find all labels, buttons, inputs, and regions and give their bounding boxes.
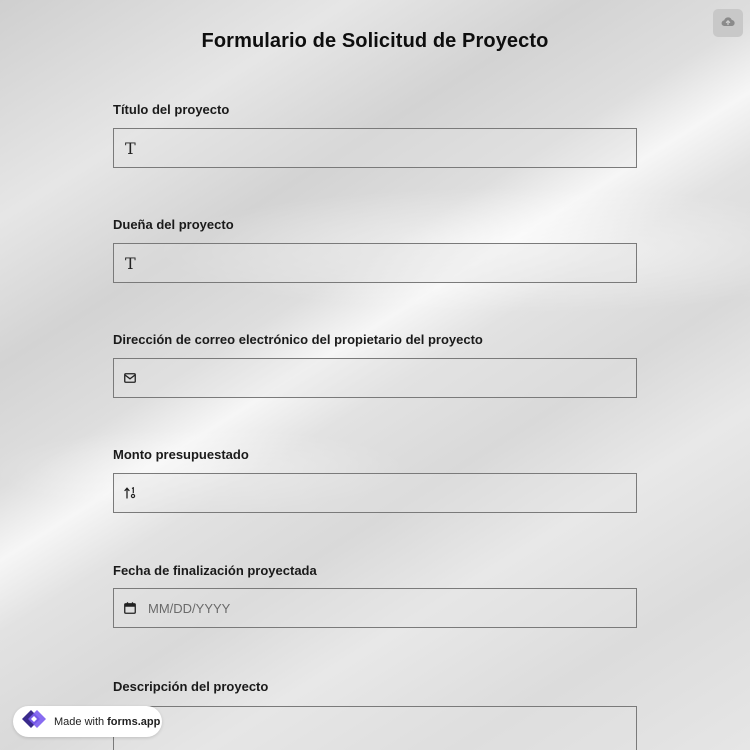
field-label: Monto presupuestado bbox=[113, 447, 249, 462]
form-title: Formulario de Solicitud de Proyecto bbox=[201, 30, 549, 52]
forms-app-logo-icon bbox=[20, 708, 48, 735]
field-project-description: Descripción del proyecto bbox=[113, 678, 637, 750]
field-label: Descripción del proyecto bbox=[113, 679, 269, 694]
text-icon: T bbox=[125, 138, 136, 158]
budget-amount-field[interactable] bbox=[113, 473, 637, 513]
envelope-icon bbox=[114, 373, 148, 383]
field-completion-date: Fecha de finalización proyectada bbox=[113, 562, 637, 628]
field-label: Dirección de correo electrónico del prop… bbox=[113, 332, 483, 347]
project-owner-field[interactable]: T bbox=[113, 243, 637, 283]
project-title-input[interactable] bbox=[148, 130, 636, 166]
number-sort-icon bbox=[114, 487, 148, 499]
completion-date-input[interactable] bbox=[148, 590, 636, 626]
badge-brand: forms.app bbox=[107, 715, 161, 728]
field-budget-amount: Monto presupuestado bbox=[113, 446, 637, 513]
field-label: Título del proyecto bbox=[113, 102, 230, 117]
calendar-icon bbox=[114, 602, 148, 614]
field-project-title: Título del proyecto T bbox=[113, 101, 637, 168]
made-with-badge[interactable]: Made with forms.app bbox=[13, 706, 162, 737]
owner-email-field[interactable] bbox=[113, 358, 637, 398]
project-description-textarea[interactable] bbox=[114, 707, 636, 750]
budget-amount-input[interactable] bbox=[148, 475, 636, 511]
owner-email-input[interactable] bbox=[148, 360, 636, 396]
project-owner-input[interactable] bbox=[148, 245, 636, 281]
completion-date-field[interactable] bbox=[113, 588, 637, 628]
field-label: Dueña del proyecto bbox=[113, 217, 234, 232]
badge-prefix: Made with bbox=[54, 715, 105, 728]
project-description-field[interactable] bbox=[113, 706, 637, 750]
field-owner-email: Dirección de correo electrónico del prop… bbox=[113, 331, 637, 398]
text-icon: T bbox=[125, 253, 136, 273]
project-title-field[interactable]: T bbox=[113, 128, 637, 168]
field-label: Fecha de finalización proyectada bbox=[113, 563, 317, 578]
field-project-owner: Dueña del proyecto T bbox=[113, 216, 637, 283]
